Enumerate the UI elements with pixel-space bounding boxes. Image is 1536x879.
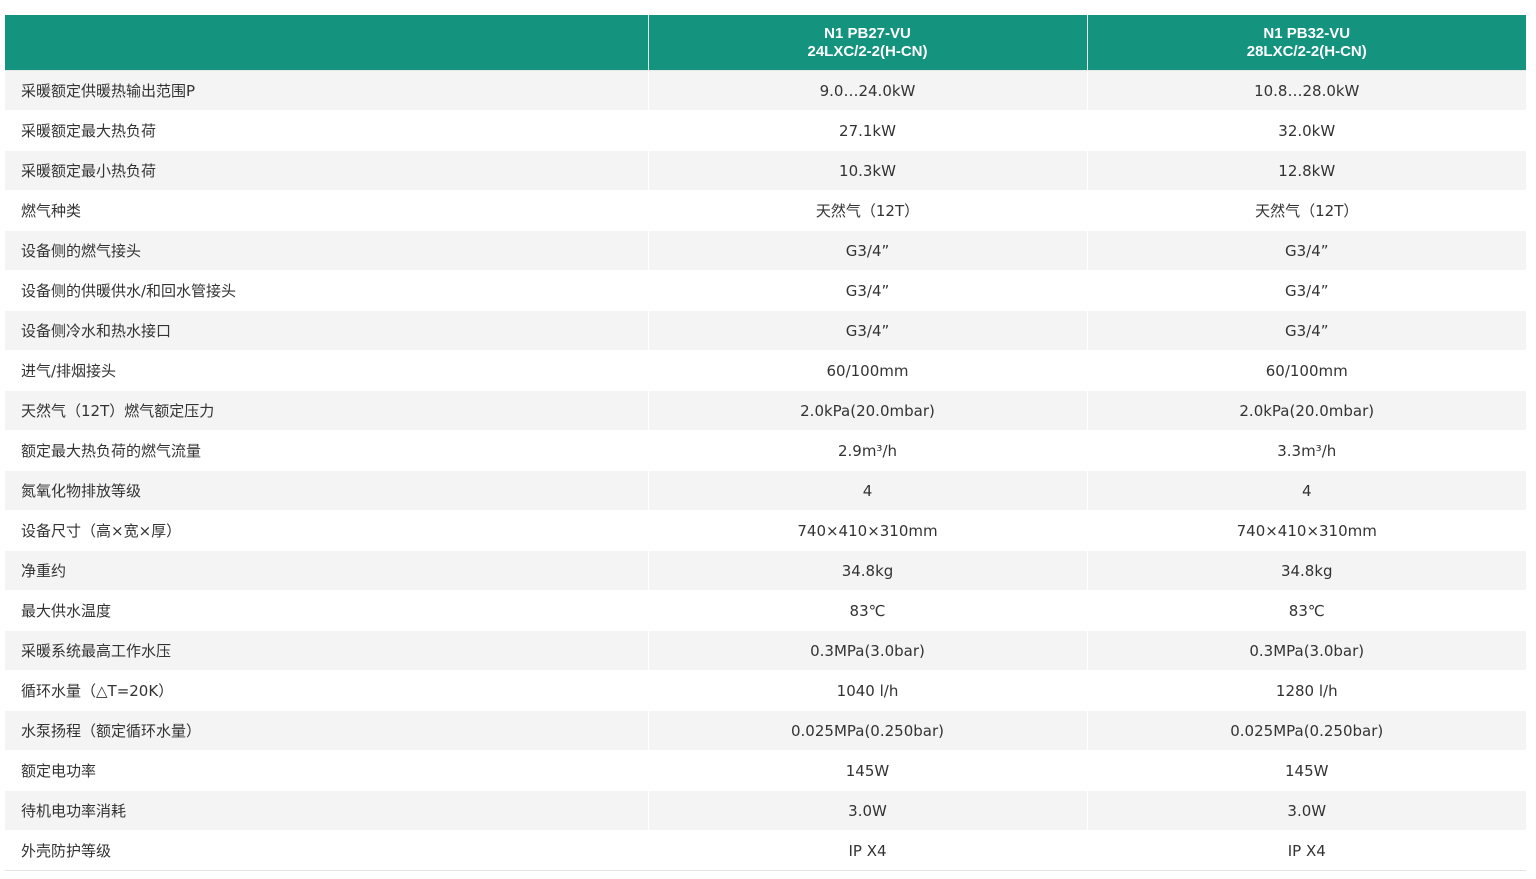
row-label: 进气/排烟接头	[5, 350, 649, 391]
row-value-model-2: 32.0kW	[1087, 110, 1526, 151]
row-value-model-1: 天然气（12T）	[648, 190, 1088, 231]
row-value-model-2: 天然气（12T）	[1087, 190, 1526, 231]
table-row: 最大供水温度 83℃ 83℃	[5, 590, 1526, 631]
model-1-name: N1 PB27-VU	[824, 24, 911, 42]
row-value-model-2: 10.8…28.0kW	[1087, 70, 1526, 111]
row-value-model-2: IP X4	[1087, 830, 1526, 871]
row-value-model-1: 0.3MPa(3.0bar)	[648, 630, 1088, 671]
table-row: 循环水量（△T=20K） 1040 l/h 1280 l/h	[5, 670, 1526, 711]
row-value-model-2: G3/4”	[1087, 310, 1526, 351]
row-value-model-2: 60/100mm	[1087, 350, 1526, 391]
row-value-model-1: G3/4”	[648, 230, 1088, 271]
row-value-model-1: 10.3kW	[648, 150, 1088, 191]
row-label: 燃气种类	[5, 190, 649, 231]
table-row: 采暖额定最小热负荷 10.3kW 12.8kW	[5, 150, 1526, 191]
row-value-model-1: 145W	[648, 750, 1088, 791]
row-value-model-2: 34.8kg	[1087, 550, 1526, 591]
row-label: 最大供水温度	[5, 590, 649, 631]
row-value-model-1: 1040 l/h	[648, 670, 1088, 711]
row-value-model-1: 27.1kW	[648, 110, 1088, 151]
header-cell-empty	[5, 15, 649, 71]
table-row: 采暖额定最大热负荷 27.1kW 32.0kW	[5, 110, 1526, 151]
row-value-model-1: 60/100mm	[648, 350, 1088, 391]
row-label: 循环水量（△T=20K）	[5, 670, 649, 711]
row-value-model-1: 34.8kg	[648, 550, 1088, 591]
table-row: 采暖额定供暖热输出范围P 9.0…24.0kW 10.8…28.0kW	[5, 70, 1526, 111]
row-label: 天然气（12T）燃气额定压力	[5, 390, 649, 431]
row-value-model-1: 9.0…24.0kW	[648, 70, 1088, 111]
table-row: 设备侧的燃气接头 G3/4” G3/4”	[5, 230, 1526, 271]
row-value-model-1: 740×410×310mm	[648, 510, 1088, 551]
table-row: 外壳防护等级 IP X4 IP X4	[5, 830, 1526, 871]
row-value-model-2: 3.0W	[1087, 790, 1526, 831]
spec-table: N1 PB27-VU 24LXC/2-2(H-CN) N1 PB32-VU 28…	[5, 15, 1526, 871]
row-label: 氮氧化物排放等级	[5, 470, 649, 511]
header-row: N1 PB27-VU 24LXC/2-2(H-CN) N1 PB32-VU 28…	[5, 15, 1526, 71]
row-value-model-2: 145W	[1087, 750, 1526, 791]
table-row: 氮氧化物排放等级 4 4	[5, 470, 1526, 511]
row-value-model-1: 3.0W	[648, 790, 1088, 831]
row-label: 额定最大热负荷的燃气流量	[5, 430, 649, 471]
table-row: 待机电功率消耗 3.0W 3.0W	[5, 790, 1526, 831]
row-label: 采暖额定最大热负荷	[5, 110, 649, 151]
table-row: 采暖系统最高工作水压 0.3MPa(3.0bar) 0.3MPa(3.0bar)	[5, 630, 1526, 671]
table-header: N1 PB27-VU 24LXC/2-2(H-CN) N1 PB32-VU 28…	[5, 15, 1526, 71]
row-value-model-1: G3/4”	[648, 310, 1088, 351]
row-value-model-1: 0.025MPa(0.250bar)	[648, 710, 1088, 751]
row-label: 水泵扬程（额定循环水量）	[5, 710, 649, 751]
row-value-model-1: 4	[648, 470, 1088, 511]
row-value-model-2: 3.3m³/h	[1087, 430, 1526, 471]
row-value-model-2: 2.0kPa(20.0mbar)	[1087, 390, 1526, 431]
header-cell-model-1: N1 PB27-VU 24LXC/2-2(H-CN)	[648, 15, 1088, 71]
row-label: 设备侧冷水和热水接口	[5, 310, 649, 351]
row-label: 设备侧的燃气接头	[5, 230, 649, 271]
table-row: 设备尺寸（高×宽×厚） 740×410×310mm 740×410×310mm	[5, 510, 1526, 551]
table-row: 设备侧冷水和热水接口 G3/4” G3/4”	[5, 310, 1526, 351]
header-cell-model-2: N1 PB32-VU 28LXC/2-2(H-CN)	[1087, 15, 1526, 71]
row-label: 额定电功率	[5, 750, 649, 791]
row-value-model-1: IP X4	[648, 830, 1088, 871]
row-label: 外壳防护等级	[5, 830, 649, 871]
row-value-model-2: G3/4”	[1087, 230, 1526, 271]
table-row: 额定最大热负荷的燃气流量 2.9m³/h 3.3m³/h	[5, 430, 1526, 471]
row-value-model-1: 2.9m³/h	[648, 430, 1088, 471]
row-value-model-1: 83℃	[648, 590, 1088, 631]
row-value-model-2: 740×410×310mm	[1087, 510, 1526, 551]
row-label: 净重约	[5, 550, 649, 591]
row-label: 采暖额定最小热负荷	[5, 150, 649, 191]
row-value-model-2: 83℃	[1087, 590, 1526, 631]
row-label: 采暖系统最高工作水压	[5, 630, 649, 671]
row-value-model-2: 12.8kW	[1087, 150, 1526, 191]
table-row: 水泵扬程（额定循环水量） 0.025MPa(0.250bar) 0.025MPa(0…	[5, 710, 1526, 751]
row-label: 采暖额定供暖热输出范围P	[5, 70, 649, 111]
row-value-model-2: G3/4”	[1087, 270, 1526, 311]
table-row: 天然气（12T）燃气额定压力 2.0kPa(20.0mbar) 2.0kPa(20.…	[5, 390, 1526, 431]
row-value-model-1: 2.0kPa(20.0mbar)	[648, 390, 1088, 431]
model-2-code: 28LXC/2-2(H-CN)	[1246, 42, 1367, 60]
spec-table-container: N1 PB27-VU 24LXC/2-2(H-CN) N1 PB32-VU 28…	[5, 15, 1526, 871]
row-label: 待机电功率消耗	[5, 790, 649, 831]
row-label: 设备尺寸（高×宽×厚）	[5, 510, 649, 551]
model-1-code: 24LXC/2-2(H-CN)	[807, 42, 928, 60]
row-value-model-2: 4	[1087, 470, 1526, 511]
row-value-model-2: 0.025MPa(0.250bar)	[1087, 710, 1526, 751]
table-row: 燃气种类 天然气（12T） 天然气（12T）	[5, 190, 1526, 231]
model-2-name: N1 PB32-VU	[1263, 24, 1351, 42]
table-row: 进气/排烟接头 60/100mm 60/100mm	[5, 350, 1526, 391]
table-row: 额定电功率 145W 145W	[5, 750, 1526, 791]
table-row: 净重约 34.8kg 34.8kg	[5, 550, 1526, 591]
table-row: 设备侧的供暖供水/和回水管接头 G3/4” G3/4”	[5, 270, 1526, 311]
row-value-model-1: G3/4”	[648, 270, 1088, 311]
row-value-model-2: 0.3MPa(3.0bar)	[1087, 630, 1526, 671]
table-body: 采暖额定供暖热输出范围P 9.0…24.0kW 10.8…28.0kW 采暖额定最大热…	[5, 70, 1526, 871]
row-label: 设备侧的供暖供水/和回水管接头	[5, 270, 649, 311]
row-value-model-2: 1280 l/h	[1087, 670, 1526, 711]
